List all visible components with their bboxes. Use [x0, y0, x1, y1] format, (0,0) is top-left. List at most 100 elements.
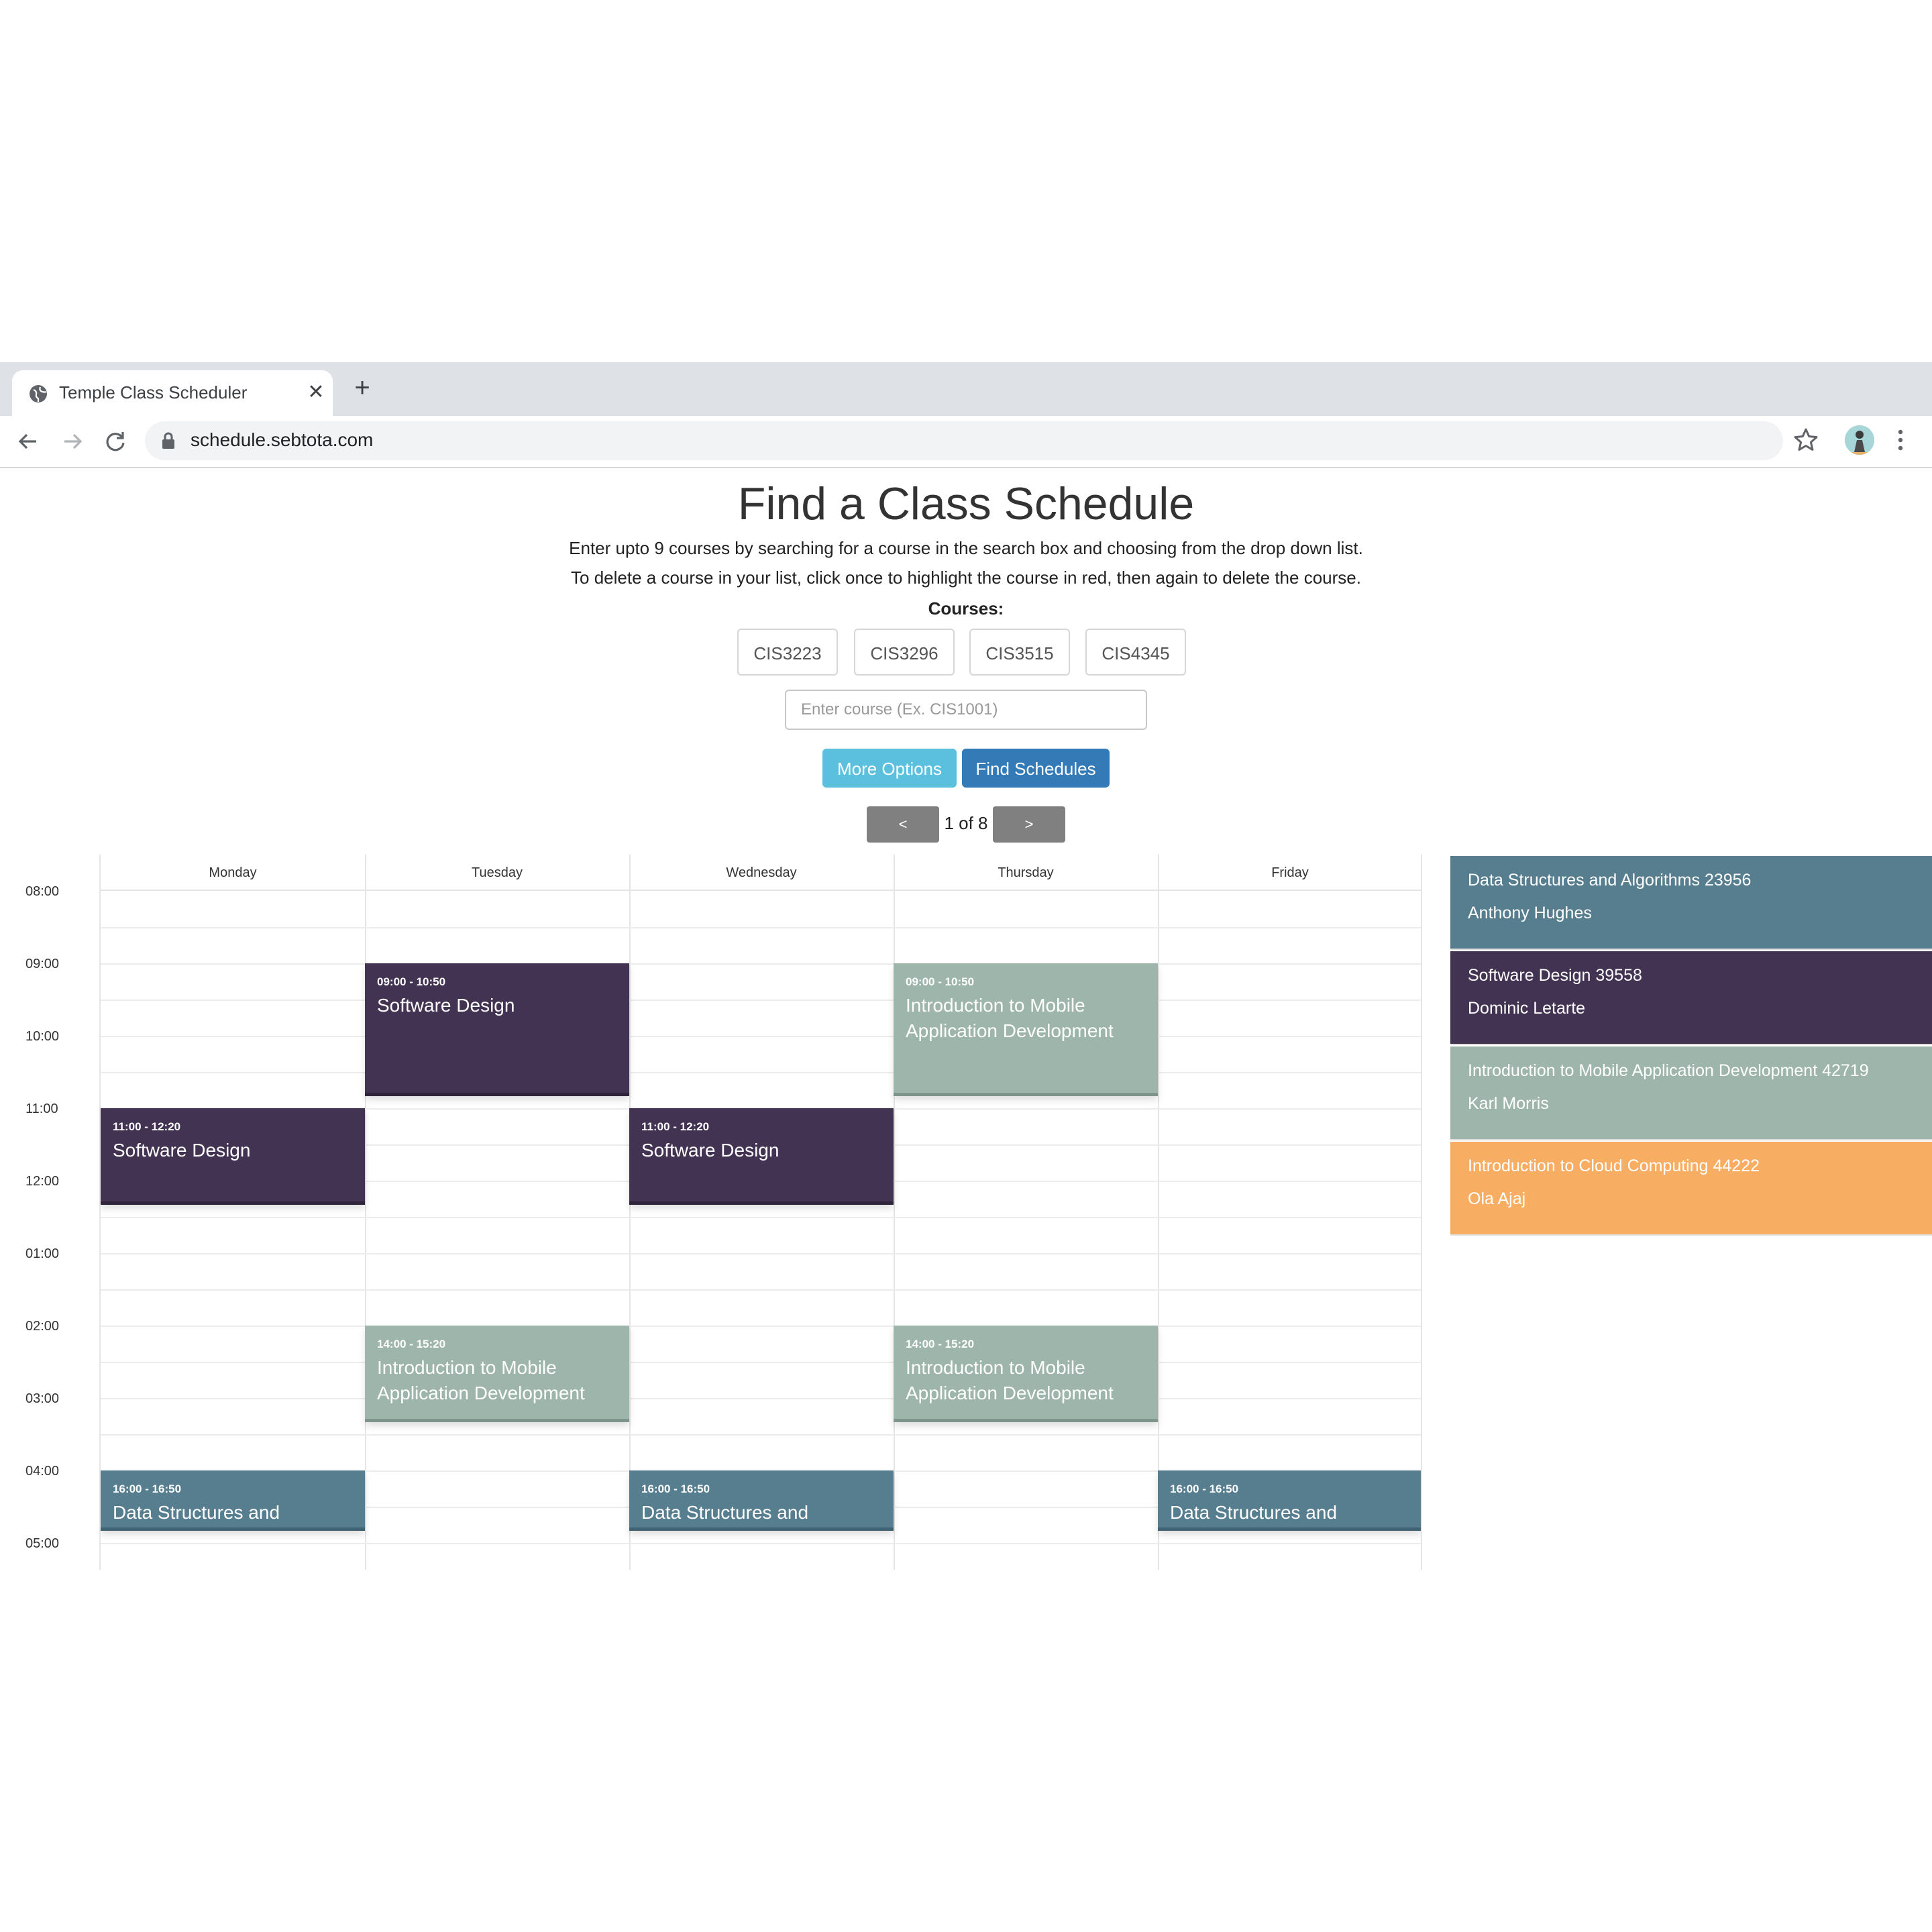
- course-card-title: Data Structures and Algorithms 23956: [1468, 871, 1752, 890]
- time-label: 04:00: [25, 1464, 60, 1479]
- grid-line: [101, 1362, 1421, 1363]
- time-label: 12:00: [25, 1174, 60, 1189]
- course-card-professor: Anthony Hughes: [1468, 904, 1592, 922]
- class-event[interactable]: 11:00 - 12:20 Software Design: [101, 1108, 365, 1205]
- schedule-calendar: Monday Tuesday Wednesday Thursday Friday 09:0…: [99, 855, 1422, 1570]
- day-header: Thursday: [894, 855, 1158, 891]
- day-header: Friday: [1158, 855, 1421, 891]
- back-arrow-icon[interactable]: [13, 427, 43, 456]
- forward-arrow-icon[interactable]: [58, 427, 87, 456]
- course-card-professor: Ola Ajaj: [1468, 1189, 1526, 1208]
- profile-icon: [1845, 425, 1874, 455]
- event-title: Software Design: [377, 995, 515, 1016]
- browser-toolbar: schedule.sebtota.com: [0, 416, 1932, 468]
- course-card-title: Introduction to Mobile Application Devel…: [1468, 1061, 1869, 1080]
- day-header: Tuesday: [365, 855, 629, 891]
- column-divider: [894, 855, 895, 1570]
- class-event[interactable]: 09:00 - 10:50 Software Design: [365, 963, 629, 1096]
- course-card[interactable]: Introduction to Mobile Application Devel…: [1450, 1046, 1932, 1140]
- event-time: 14:00 - 15:20: [377, 1338, 446, 1350]
- address-bar[interactable]: schedule.sebtota.com: [145, 421, 1783, 460]
- column-divider: [629, 855, 631, 1570]
- grid-line: [101, 1289, 1421, 1291]
- class-event[interactable]: 14:00 - 15:20 Introduction to Mobile Appl…: [894, 1326, 1158, 1422]
- day-header: Wednesday: [629, 855, 894, 891]
- event-title: Introduction to Mobile Application Devel…: [906, 995, 1114, 1041]
- course-chip[interactable]: CIS3515: [969, 629, 1070, 676]
- grid-line: [101, 1072, 1421, 1073]
- event-title: Introduction to Mobile Application Devel…: [906, 1357, 1114, 1403]
- event-title: Data Structures and: [641, 1502, 809, 1523]
- event-title: Software Design: [113, 1140, 251, 1161]
- course-chip[interactable]: CIS3296: [854, 629, 955, 676]
- lock-icon: [162, 432, 174, 449]
- courses-label: Courses:: [928, 598, 1004, 619]
- find-schedules-button[interactable]: Find Schedules: [962, 749, 1110, 788]
- close-tab-icon[interactable]: ✕: [303, 380, 329, 405]
- grid-line: [101, 1398, 1421, 1399]
- instruction-delete: To delete a course in your list, click o…: [571, 568, 1361, 588]
- class-event[interactable]: 16:00 - 16:50 Data Structures and: [1158, 1470, 1421, 1531]
- time-label: 09:00: [25, 957, 60, 971]
- time-label: 01:00: [25, 1246, 60, 1261]
- grid-line: [101, 1217, 1421, 1218]
- course-card-title: Software Design 39558: [1468, 966, 1642, 985]
- instruction-add: Enter upto 9 courses by searching for a …: [569, 538, 1363, 558]
- new-tab-icon[interactable]: +: [349, 374, 376, 401]
- time-label: 08:00: [25, 884, 60, 899]
- previous-schedule-button[interactable]: <: [867, 806, 939, 843]
- time-label: 11:00: [25, 1102, 58, 1116]
- event-time: 11:00 - 12:20: [113, 1120, 181, 1133]
- tab-title: Temple Class Scheduler: [59, 382, 248, 402]
- grid-line: [101, 1000, 1421, 1001]
- course-chip[interactable]: CIS3223: [737, 629, 838, 676]
- event-title: Software Design: [641, 1140, 780, 1161]
- url-text: schedule.sebtota.com: [191, 429, 374, 450]
- grid-line: [101, 927, 1421, 928]
- event-title: Introduction to Mobile Application Devel…: [377, 1357, 585, 1403]
- event-time: 14:00 - 15:20: [906, 1338, 975, 1350]
- grid-line: [101, 1326, 1421, 1327]
- day-header: Monday: [101, 855, 365, 891]
- event-time: 09:00 - 10:50: [906, 975, 975, 988]
- course-card-title: Introduction to Cloud Computing 44222: [1468, 1157, 1760, 1175]
- event-title: Data Structures and: [113, 1502, 280, 1523]
- course-card-professor: Karl Morris: [1468, 1094, 1549, 1113]
- more-options-button[interactable]: More Options: [822, 749, 957, 788]
- event-time: 16:00 - 16:50: [1170, 1483, 1239, 1495]
- next-schedule-button[interactable]: >: [993, 806, 1065, 843]
- globe-icon: [30, 385, 47, 402]
- time-label: 02:00: [25, 1319, 60, 1334]
- browser-tabstrip: Temple Class Scheduler ✕ +: [0, 362, 1932, 416]
- event-title: Data Structures and: [1170, 1502, 1338, 1523]
- class-event[interactable]: 11:00 - 12:20 Software Design: [629, 1108, 894, 1205]
- bookmark-star-icon[interactable]: [1791, 425, 1821, 455]
- time-label: 05:00: [25, 1536, 60, 1551]
- class-event[interactable]: 16:00 - 16:50 Data Structures and: [101, 1470, 365, 1531]
- reload-icon[interactable]: [101, 427, 130, 456]
- class-event[interactable]: 09:00 - 10:50 Introduction to Mobile Appl…: [894, 963, 1158, 1096]
- time-label: 03:00: [25, 1391, 60, 1406]
- class-event[interactable]: 16:00 - 16:50 Data Structures and: [629, 1470, 894, 1531]
- grid-line: [101, 1036, 1421, 1037]
- course-card[interactable]: Introduction to Cloud Computing 44222 Ola…: [1450, 1142, 1932, 1236]
- course-card[interactable]: Software Design 39558 Dominic Letarte: [1450, 951, 1932, 1045]
- grid-line: [101, 1543, 1421, 1544]
- course-card-professor: Dominic Letarte: [1468, 999, 1586, 1018]
- browser-tab[interactable]: Temple Class Scheduler ✕: [12, 370, 333, 416]
- more-menu-icon[interactable]: [1890, 425, 1911, 455]
- event-time: 16:00 - 16:50: [641, 1483, 710, 1495]
- grid-line: [101, 963, 1421, 965]
- course-card[interactable]: Data Structures and Algorithms 23956 Anth…: [1450, 856, 1932, 950]
- profile-avatar[interactable]: [1845, 425, 1874, 455]
- course-chip[interactable]: CIS4345: [1085, 629, 1186, 676]
- course-search-input[interactable]: [785, 690, 1147, 730]
- grid-line: [101, 1434, 1421, 1436]
- column-divider: [365, 855, 366, 1570]
- schedule-page-indicator: 1 of 8: [944, 813, 988, 833]
- class-event[interactable]: 14:00 - 15:20 Introduction to Mobile Appl…: [365, 1326, 629, 1422]
- column-divider: [1158, 855, 1159, 1570]
- event-time: 09:00 - 10:50: [377, 975, 446, 988]
- time-label: 10:00: [25, 1029, 60, 1044]
- event-time: 11:00 - 12:20: [641, 1120, 710, 1133]
